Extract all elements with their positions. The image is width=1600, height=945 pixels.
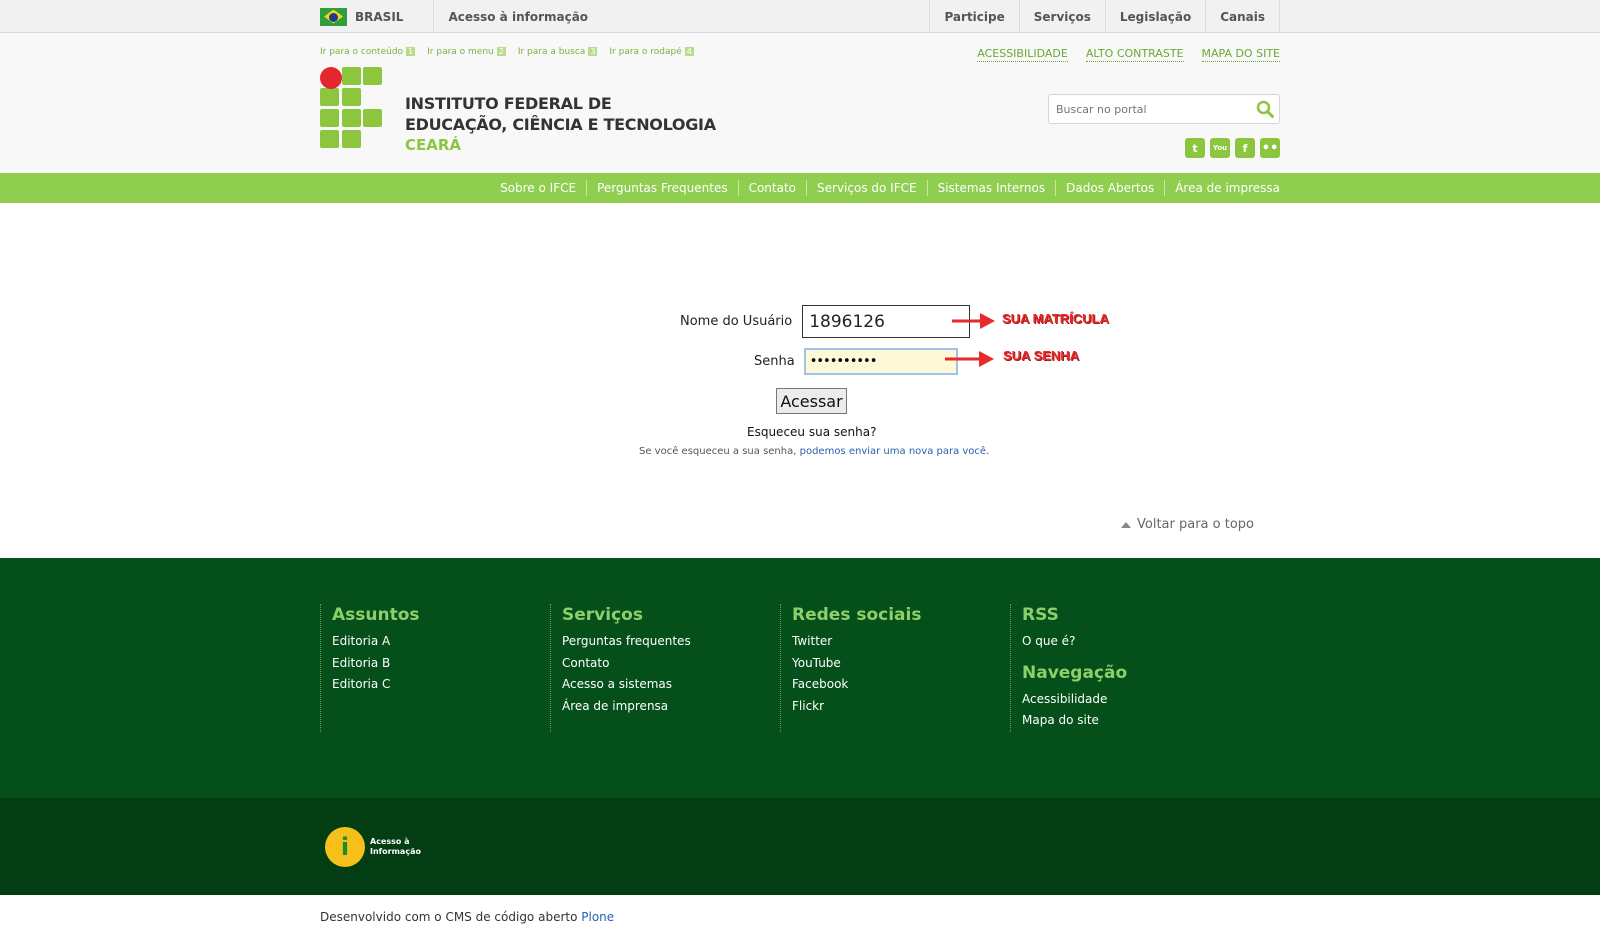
login-content: Nome do Usuário Senha SUA MATRÍCULA SUA … [0,203,1600,558]
footer-link[interactable]: O que é? [1022,631,1240,653]
username-input[interactable] [802,305,971,338]
accessibility-links: ACESSIBILIDADE ALTO CONTRASTE MAPA DO SI… [977,47,1280,62]
footer-heading: Redes sociais [792,605,922,625]
plone-link[interactable]: Plone [581,910,614,924]
credits-bar: Desenvolvido com o CMS de código aberto … [0,895,1600,945]
search-input[interactable] [1056,96,1251,122]
access-info-logo[interactable]: i Acesso à Informação [325,826,421,867]
search-box [1048,94,1280,124]
accessibility-link[interactable]: ACESSIBILIDADE [977,47,1068,62]
footer-link[interactable]: Acessibilidade [1022,689,1240,711]
skip-links: Ir para o conteúdo 1 Ir para o menu 2 Ir p… [320,47,694,57]
skip-link-content[interactable]: Ir para o conteúdo 1 [320,47,416,57]
ifce-logo[interactable] [320,67,384,151]
credits-text: Desenvolvido com o CMS de código aberto [320,910,582,924]
footer-link[interactable]: Perguntas frequentes [562,631,780,653]
nav-item-contato[interactable]: Contato [737,180,806,196]
annotation-password: SUA SENHA [1003,348,1080,363]
institution-name-line3: CEARÁ [405,136,462,154]
footer-link[interactable]: Twitter [792,631,1010,653]
institution-name-line2: EDUCAÇÃO, CIÊNCIA E TECNOLOGIA [405,115,716,134]
nav-item-sobre[interactable]: Sobre o IFCE [490,180,586,196]
password-label: Senha [754,354,795,369]
arrow-up-icon [1121,521,1131,528]
back-to-top-link[interactable]: Voltar para o topo [1121,517,1254,532]
skip-link-search[interactable]: Ir para a busca 3 [518,47,598,57]
footer-column-servicos: Serviços Perguntas frequentes Contato Ac… [550,604,780,732]
main-nav: Sobre o IFCE Perguntas Frequentes Contat… [0,173,1600,203]
search-icon[interactable] [1251,95,1279,123]
footer-column-rss: RSS O que é? Navegação Acessibilidade Ma… [1010,604,1240,732]
institution-name[interactable]: INSTITUTO FEDERAL DE EDUCAÇÃO, CIÊNCIA E… [405,93,716,155]
social-icons: t You f •• [1185,138,1280,158]
footer-link[interactable]: Editoria C [332,674,550,696]
password-row: Senha [754,348,958,375]
footer-heading: Assuntos [332,605,420,625]
footer-column-assuntos: Assuntos Editoria A Editoria B Editoria … [320,604,550,732]
footer-link[interactable]: Área de imprensa [562,696,780,718]
flickr-icon[interactable]: •• [1260,138,1280,158]
brazil-flag-icon [320,7,347,26]
facebook-icon[interactable]: f [1235,138,1255,158]
skip-link-footer[interactable]: Ir para o rodapé 4 [609,47,694,57]
nav-item-perguntas[interactable]: Perguntas Frequentes [586,180,738,196]
username-label: Nome do Usuário [680,314,793,329]
footer-heading: Serviços [562,605,643,625]
institution-name-line1: INSTITUTO FEDERAL DE [405,94,612,113]
footer-bottom: i Acesso à Informação [0,798,1600,895]
youtube-icon[interactable]: You [1210,138,1230,158]
nav-item-dados[interactable]: Dados Abertos [1055,180,1164,196]
login-submit-button[interactable]: Acessar [776,388,847,414]
footer-heading: RSS [1022,605,1059,625]
annotation-username: SUA MATRÍCULA [1002,311,1109,326]
nav-item-sistemas[interactable]: Sistemas Internos [926,180,1056,196]
footer-link[interactable]: Contato [562,653,780,675]
footer-link[interactable]: Editoria B [332,653,550,675]
access-info-logo-line2: Informação [370,846,421,856]
site-header: Ir para o conteúdo 1 Ir para o menu 2 Ir p… [0,33,1600,173]
footer-link[interactable]: Editoria A [332,631,550,653]
password-input[interactable] [803,348,958,375]
info-icon: i [325,826,365,867]
brasil-label: BRASIL [355,9,404,24]
footer-link[interactable]: Acesso a sistemas [562,674,780,696]
gov-links: Participe Serviços Legislação Canais [929,0,1280,33]
footer-link[interactable]: Facebook [792,674,1010,696]
arrow-right-icon [945,351,994,367]
gov-link-servicos[interactable]: Serviços [1020,0,1106,33]
skip-link-menu[interactable]: Ir para o menu 2 [427,47,506,57]
site-footer: Assuntos Editoria A Editoria B Editoria … [0,558,1600,798]
access-info-link[interactable]: Acesso à informação [434,10,588,24]
access-info-logo-line1: Acesso à [370,836,410,846]
forgot-password-text: Se você esqueceu a sua senha, podemos en… [639,446,990,457]
forgot-password-title: Esqueceu sua senha? [747,425,877,439]
gov-link-canais[interactable]: Canais [1206,0,1280,33]
gov-bar: BRASIL Acesso à informação Participe Ser… [0,0,1600,33]
gov-link-legislacao[interactable]: Legislação [1106,0,1207,33]
nav-item-impressa[interactable]: Área de impressa [1164,180,1280,196]
footer-link[interactable]: Flickr [792,696,1010,718]
high-contrast-link[interactable]: ALTO CONTRASTE [1085,47,1184,62]
twitter-icon[interactable]: t [1185,138,1205,158]
nav-item-servicos[interactable]: Serviços do IFCE [806,180,927,196]
footer-column-redes: Redes sociais Twitter YouTube Facebook F… [780,604,1010,732]
footer-heading: Navegação [1022,662,1128,683]
username-row: Nome do Usuário [680,305,971,338]
sitemap-link[interactable]: MAPA DO SITE [1201,47,1280,62]
reset-password-link[interactable]: podemos enviar uma nova para você [800,446,986,457]
arrow-right-icon [952,313,995,329]
footer-link[interactable]: Mapa do site [1022,710,1240,732]
brasil-link[interactable]: BRASIL [320,0,435,33]
gov-link-participe[interactable]: Participe [930,0,1020,33]
footer-link[interactable]: YouTube [792,653,1010,675]
